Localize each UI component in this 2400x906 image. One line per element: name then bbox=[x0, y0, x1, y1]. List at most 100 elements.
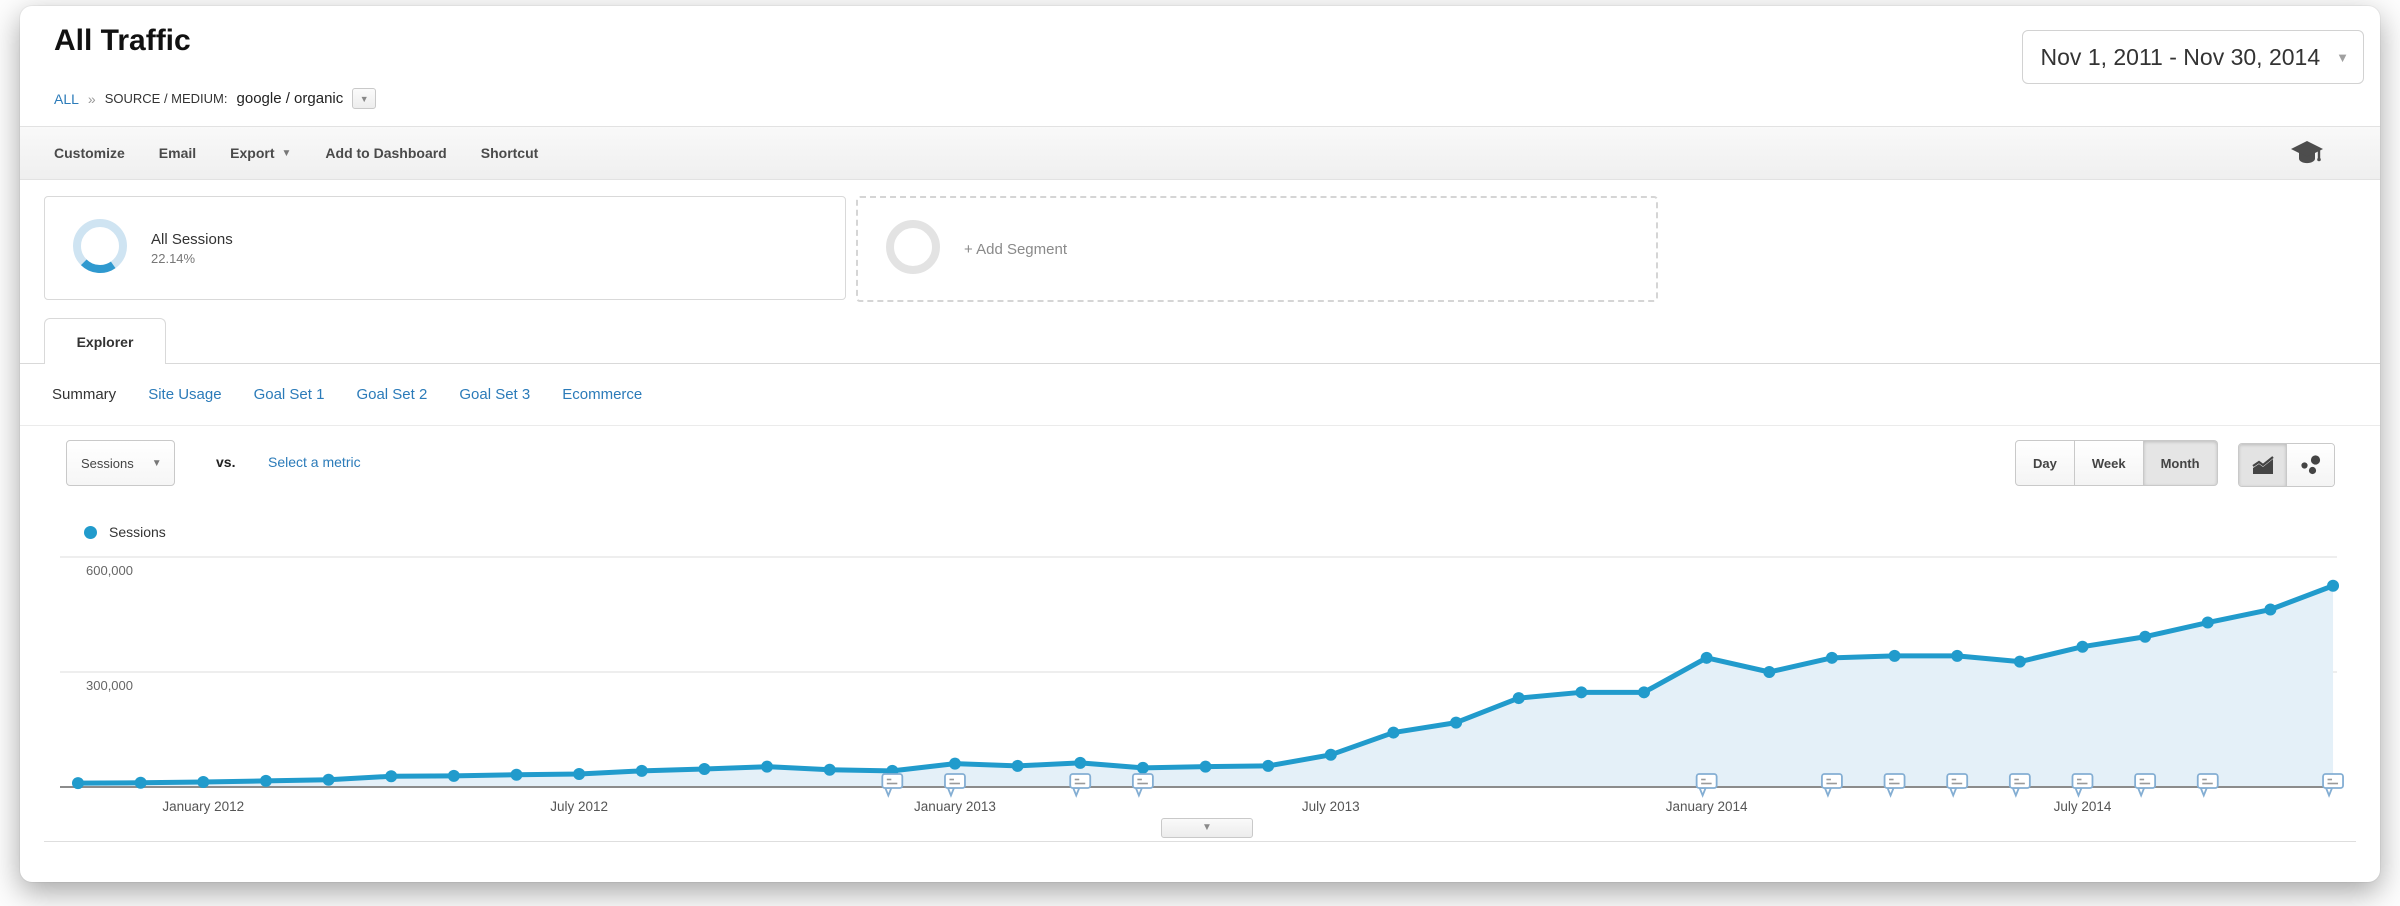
segment-donut-icon bbox=[71, 217, 129, 280]
page-title: All Traffic bbox=[54, 24, 191, 58]
data-point[interactable] bbox=[1575, 686, 1587, 698]
breadcrumb-separator: » bbox=[88, 91, 96, 107]
granularity-day-button[interactable]: Day bbox=[2015, 440, 2075, 486]
y-axis-tick-label: 600,000 bbox=[86, 563, 133, 578]
email-button[interactable]: Email bbox=[159, 145, 196, 161]
data-point[interactable] bbox=[1889, 650, 1901, 662]
data-point[interactable] bbox=[1826, 652, 1838, 664]
x-axis-tick-label: July 2014 bbox=[2054, 799, 2112, 814]
chevron-down-icon: ▼ bbox=[2336, 50, 2349, 65]
legend-label: Sessions bbox=[109, 524, 166, 540]
data-point[interactable] bbox=[1638, 686, 1650, 698]
chevron-down-icon: ▼ bbox=[1202, 823, 1212, 833]
data-point[interactable] bbox=[761, 761, 773, 773]
shortcut-button[interactable]: Shortcut bbox=[481, 145, 539, 161]
annotation-marker[interactable] bbox=[1070, 774, 1090, 796]
export-button[interactable]: Export▼ bbox=[230, 145, 291, 161]
data-point[interactable] bbox=[448, 770, 460, 782]
annotation-marker[interactable] bbox=[2072, 774, 2092, 796]
sessions-line-chart[interactable]: 300,000600,000January 2012July 2012Janua… bbox=[20, 543, 2380, 859]
breadcrumb-all-link[interactable]: ALL bbox=[54, 91, 79, 107]
annotation-marker[interactable] bbox=[945, 774, 965, 796]
subnav-ecommerce[interactable]: Ecommerce bbox=[562, 386, 642, 403]
x-axis-tick-label: July 2012 bbox=[550, 799, 608, 814]
annotation-marker[interactable] bbox=[1697, 774, 1717, 796]
legend-dot bbox=[84, 526, 97, 539]
date-range-text: Nov 1, 2011 - Nov 30, 2014 bbox=[2041, 44, 2321, 71]
motion-chart-button[interactable] bbox=[2286, 444, 2334, 486]
annotation-marker[interactable] bbox=[2010, 774, 2030, 796]
data-point[interactable] bbox=[323, 774, 335, 786]
data-point[interactable] bbox=[2202, 617, 2214, 629]
data-point[interactable] bbox=[1012, 760, 1024, 772]
data-point[interactable] bbox=[1450, 717, 1462, 729]
chart-bottom-divider bbox=[44, 841, 2356, 842]
vs-label: vs. bbox=[216, 454, 235, 470]
add-segment-label: + Add Segment bbox=[964, 241, 1067, 258]
data-point[interactable] bbox=[2014, 656, 2026, 668]
annotation-marker[interactable] bbox=[1885, 774, 1905, 796]
customize-button[interactable]: Customize bbox=[54, 145, 125, 161]
data-point[interactable] bbox=[573, 768, 585, 780]
annotation-marker[interactable] bbox=[1947, 774, 1967, 796]
annotation-marker[interactable] bbox=[2198, 774, 2218, 796]
subnav-goal-set-2[interactable]: Goal Set 2 bbox=[356, 386, 427, 403]
tab-explorer[interactable]: Explorer bbox=[44, 318, 166, 364]
subnav-summary[interactable]: Summary bbox=[52, 386, 116, 403]
data-point[interactable] bbox=[2327, 580, 2339, 592]
add-to-dashboard-button[interactable]: Add to Dashboard bbox=[325, 145, 446, 161]
data-point[interactable] bbox=[636, 765, 648, 777]
x-axis-tick-label: January 2013 bbox=[914, 799, 996, 814]
data-point[interactable] bbox=[260, 775, 272, 787]
data-point[interactable] bbox=[2076, 641, 2088, 653]
data-point[interactable] bbox=[1137, 762, 1149, 774]
subnav-goal-set-3[interactable]: Goal Set 3 bbox=[459, 386, 530, 403]
breadcrumb-dropdown-button[interactable]: ▼ bbox=[352, 88, 376, 109]
subnav-site-usage[interactable]: Site Usage bbox=[148, 386, 221, 403]
annotation-marker[interactable] bbox=[1133, 774, 1153, 796]
data-point[interactable] bbox=[949, 758, 961, 770]
annotations-drawer-toggle[interactable]: ▼ bbox=[1161, 818, 1253, 838]
data-point[interactable] bbox=[824, 764, 836, 776]
granularity-month-button[interactable]: Month bbox=[2144, 440, 2218, 486]
annotation-marker[interactable] bbox=[1822, 774, 1842, 796]
data-point[interactable] bbox=[1325, 749, 1337, 761]
annotation-marker[interactable] bbox=[2323, 774, 2343, 796]
annotation-marker[interactable] bbox=[882, 774, 902, 796]
intelligence-events-button[interactable] bbox=[2290, 139, 2324, 172]
granularity-week-button[interactable]: Week bbox=[2075, 440, 2144, 486]
data-point[interactable] bbox=[1513, 692, 1525, 704]
segment-percent: 22.14% bbox=[151, 251, 233, 266]
data-point[interactable] bbox=[135, 777, 147, 789]
data-point[interactable] bbox=[1074, 757, 1086, 769]
data-point[interactable] bbox=[1701, 652, 1713, 664]
data-point[interactable] bbox=[1387, 727, 1399, 739]
metric-selector[interactable]: Sessions ▼ bbox=[66, 440, 175, 486]
select-a-metric-link[interactable]: Select a metric bbox=[268, 454, 361, 470]
line-chart-button[interactable] bbox=[2239, 444, 2286, 486]
chart-legend: Sessions bbox=[84, 524, 166, 540]
data-point[interactable] bbox=[2139, 631, 2151, 643]
data-point[interactable] bbox=[197, 776, 209, 788]
motion-chart-icon bbox=[2300, 454, 2322, 476]
data-point[interactable] bbox=[385, 770, 397, 782]
date-range-selector[interactable]: Nov 1, 2011 - Nov 30, 2014 ▼ bbox=[2022, 30, 2364, 84]
data-point[interactable] bbox=[698, 763, 710, 775]
y-axis-tick-label: 300,000 bbox=[86, 678, 133, 693]
segment-all-sessions[interactable]: All Sessions 22.14% bbox=[44, 196, 846, 300]
graduation-cap-icon bbox=[2290, 139, 2324, 167]
data-point[interactable] bbox=[1951, 650, 1963, 662]
data-point[interactable] bbox=[510, 769, 522, 781]
data-point[interactable] bbox=[1763, 666, 1775, 678]
data-point[interactable] bbox=[2264, 604, 2276, 616]
breadcrumb-dimension-value: google / organic bbox=[237, 90, 344, 107]
subnav-goal-set-1[interactable]: Goal Set 1 bbox=[254, 386, 325, 403]
data-point[interactable] bbox=[1200, 761, 1212, 773]
add-segment-button[interactable]: + Add Segment bbox=[856, 196, 1658, 302]
report-subnav: Summary Site Usage Goal Set 1 Goal Set 2… bbox=[20, 364, 2380, 426]
analytics-report-panel: All Traffic ALL » SOURCE / MEDIUM: googl… bbox=[20, 6, 2380, 882]
data-point[interactable] bbox=[72, 777, 84, 789]
annotation-marker[interactable] bbox=[2135, 774, 2155, 796]
data-point[interactable] bbox=[1262, 760, 1274, 772]
granularity-toggle: Day Week Month bbox=[2015, 440, 2218, 486]
